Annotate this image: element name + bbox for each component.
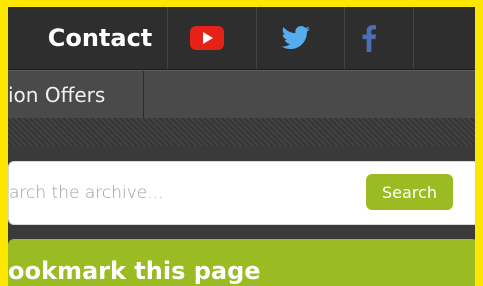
subnav-offers-link[interactable]: ion Offers (8, 71, 105, 119)
nav-divider (167, 7, 168, 69)
nav-contact-link[interactable]: Contact (43, 7, 157, 69)
top-navigation: Contact (8, 7, 475, 70)
page-frame: Contact ion Offers Search (8, 7, 475, 286)
facebook-icon (362, 25, 376, 52)
nav-divider (413, 7, 414, 69)
nav-divider (344, 7, 345, 69)
youtube-icon (190, 26, 224, 50)
bookmark-panel[interactable]: ookmark this page (8, 239, 475, 286)
bookmark-title: ookmark this page (8, 257, 261, 285)
decorative-strip (8, 118, 475, 146)
search-panel: Search (8, 161, 475, 225)
search-input[interactable] (9, 174, 339, 212)
twitter-icon (281, 26, 310, 50)
secondary-navigation: ion Offers (8, 70, 475, 119)
facebook-link[interactable] (347, 7, 391, 69)
subnav-divider (143, 71, 144, 119)
nav-divider (256, 7, 257, 69)
youtube-link[interactable] (170, 7, 244, 69)
twitter-link[interactable] (259, 7, 333, 69)
search-button[interactable]: Search (366, 174, 453, 210)
